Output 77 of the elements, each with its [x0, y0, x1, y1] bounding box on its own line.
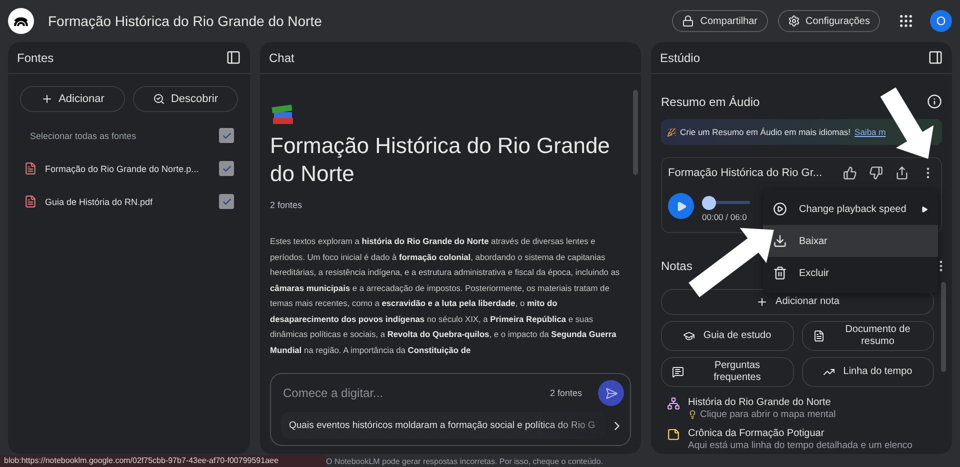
status-url: blob:https://notebooklm.google.com/02f75cbb-97b7-43ee-af70-f00799591aee — [0, 455, 326, 467]
learn-more-link[interactable]: Saiba m — [854, 127, 886, 137]
trash-icon — [773, 266, 787, 280]
thumbs-down-icon[interactable] — [869, 166, 883, 180]
note-title: Crônica da Formação Potiguar — [688, 428, 826, 439]
play-button[interactable] — [668, 193, 694, 219]
app-logo[interactable] — [8, 8, 34, 34]
annotation-arrow — [880, 87, 934, 159]
menu-item[interactable]: Baixar — [763, 225, 938, 257]
banner-text: Crie um Resumo em Áudio em mais idiomas! — [680, 127, 851, 137]
section-title: Notas — [661, 259, 692, 273]
settings-button[interactable]: Configurações — [778, 10, 880, 32]
note-subtitle: Clique para abrir o mapa mental — [700, 409, 836, 420]
checkbox[interactable] — [219, 161, 234, 176]
source-count: 2 fontes — [550, 388, 582, 398]
progress-thumb[interactable] — [702, 196, 716, 210]
download-icon — [773, 234, 787, 248]
panel-title: Fontes — [17, 50, 54, 64]
disclaimer-text: O NotebookLM pode gerar respostas incorretas. Por isso, cheque o conteúdo. — [326, 456, 604, 466]
note-item[interactable]: História do Rio Grande do Norte Clique para abrir o mapa mental — [667, 397, 942, 420]
notebook-heading: Formação Histórica do Rio Grande do Norte — [270, 132, 611, 188]
plus-icon — [40, 93, 53, 105]
plus-icon — [756, 296, 768, 308]
checkbox[interactable] — [219, 194, 234, 209]
mind-map-icon — [667, 397, 680, 410]
share-icon[interactable] — [895, 166, 909, 180]
playback-speed-icon — [773, 202, 787, 216]
lightbulb-icon — [688, 410, 697, 419]
faq-button[interactable]: Perguntas frequentes — [661, 357, 794, 387]
pdf-icon — [24, 195, 37, 208]
info-icon[interactable] — [927, 94, 942, 109]
check-icon — [222, 164, 232, 174]
apps-grid-icon[interactable] — [898, 13, 914, 29]
send-icon — [604, 386, 618, 400]
note-title: História do Rio Grande do Norte — [688, 397, 832, 408]
chat-icon — [672, 366, 684, 378]
note-icon — [667, 428, 680, 441]
source-name[interactable]: Guia de História do RN.pdf — [45, 196, 211, 206]
summary-paragraph: Estes textos exploram a história do Rio Grande do Norte através de diversas lentes e períodos. Um foco inicial é dado à formação colonial, abordando o sistema de capitanias hereditárias, a resistência indígena, e a estrutura administrativa e fiscal da época, incluindo as câmaras municipais e a arrecadação de impostos. Posteriormente, os materiais tratam de temas mais recentes, como a escravidão e a luta pela liberdade, o mito do desaparecimento dos povos indígenas no século XIX, a Primeira República e suas dinâmicas políticas e sociais, a Revolta do Quebra-quilos, e o impacto da Segunda Guerra Mundial na região. A importância da Constituição de — [270, 235, 621, 357]
timeline-button[interactable]: Linha do tempo — [802, 357, 934, 387]
check-icon — [222, 196, 232, 206]
collapse-panel-icon[interactable] — [928, 50, 943, 65]
source-count: 2 fontes — [270, 200, 304, 210]
source-name[interactable]: Formação do Rio Grande do Norte.p... — [45, 164, 211, 174]
check-icon — [222, 130, 232, 140]
discover-button[interactable]: Descobrir — [133, 86, 238, 112]
document-icon — [812, 330, 825, 342]
panel-title: Chat — [269, 50, 294, 64]
chat-input[interactable]: Comece a digitar... — [281, 385, 544, 401]
note-subtitle: Aqui está uma linha do tempo detalhada e um elenco — [688, 440, 912, 451]
menu-item[interactable]: Excluir — [763, 257, 938, 289]
thumbs-up-icon[interactable] — [843, 166, 857, 180]
menu-item[interactable]: Change playback speed — [763, 193, 938, 225]
submenu-caret-icon — [921, 206, 928, 212]
playback-time: 00:00 / 06:0 — [702, 212, 748, 222]
panel-title: Estúdio — [660, 50, 700, 64]
pdf-icon — [24, 162, 37, 175]
section-title: Resumo em Áudio — [661, 94, 761, 108]
trend-line-icon — [823, 366, 836, 378]
audio-title: Formação Histórica do Rio Gr... — [668, 167, 824, 179]
select-all-label: Selecionar todas as fontes — [30, 130, 138, 140]
add-button[interactable]: Adicionar — [20, 86, 125, 112]
send-button[interactable] — [598, 380, 624, 406]
settings-icon — [788, 15, 800, 27]
doc-button[interactable]: Documento de resumo — [802, 321, 934, 351]
lock-icon — [682, 15, 694, 27]
search-icon — [152, 93, 165, 105]
notebook-title: Formação Histórica do Rio Grande do Norte — [48, 13, 323, 29]
graduation-cap-icon — [683, 330, 696, 342]
share-button[interactable]: Compartilhar — [672, 10, 768, 32]
checkbox[interactable] — [219, 128, 234, 143]
collapse-panel-icon[interactable] — [226, 50, 241, 65]
account-avatar[interactable]: O — [930, 10, 952, 32]
play-icon — [676, 200, 686, 212]
guide-button[interactable]: Guia de estudo — [661, 321, 794, 351]
note-item[interactable]: Crônica da Formação Potiguar Aqui está uma linha do tempo detalhada e um elenco — [667, 428, 942, 451]
party-popper-icon — [667, 128, 676, 136]
